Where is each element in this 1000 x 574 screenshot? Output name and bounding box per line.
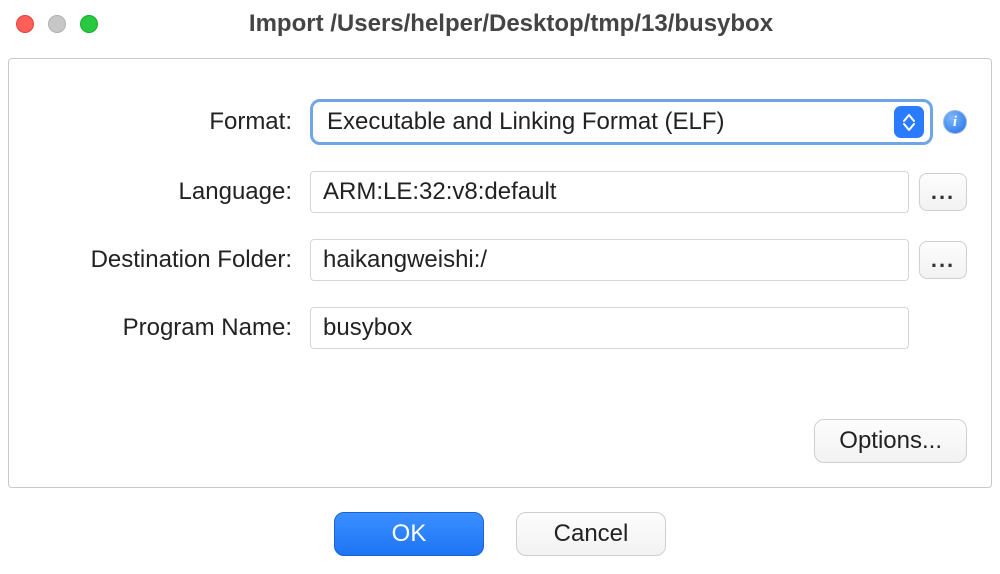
- ok-button[interactable]: OK: [334, 512, 484, 556]
- titlebar: Import /Users/helper/Desktop/tmp/13/busy…: [0, 0, 1000, 48]
- dialog-content: Format: Executable and Linking Format (E…: [8, 58, 992, 488]
- format-row: Format: Executable and Linking Format (E…: [33, 99, 967, 145]
- destination-label: Destination Folder:: [33, 246, 298, 274]
- destination-value: haikangweishi:/: [323, 246, 487, 274]
- traffic-lights: [16, 15, 98, 33]
- ellipsis-icon: ...: [931, 179, 955, 205]
- options-row: Options...: [814, 419, 967, 463]
- destination-input[interactable]: haikangweishi:/: [310, 239, 909, 281]
- format-value: Executable and Linking Format (ELF): [327, 108, 894, 136]
- chevron-updown-icon: [894, 106, 924, 138]
- dialog-footer: OK Cancel: [0, 512, 1000, 556]
- close-button[interactable]: [16, 15, 34, 33]
- language-browse-button[interactable]: ...: [919, 173, 967, 211]
- program-name-value: busybox: [323, 314, 412, 342]
- cancel-button[interactable]: Cancel: [516, 512, 666, 556]
- minimize-button[interactable]: [48, 15, 66, 33]
- destination-row: Destination Folder: haikangweishi:/ ...: [33, 239, 967, 281]
- program-name-label: Program Name:: [33, 314, 298, 342]
- program-name-row: Program Name: busybox: [33, 307, 967, 349]
- info-icon[interactable]: i: [943, 110, 967, 134]
- language-input[interactable]: ARM:LE:32:v8:default: [310, 171, 909, 213]
- options-button[interactable]: Options...: [814, 419, 967, 463]
- window-title: Import /Users/helper/Desktop/tmp/13/busy…: [98, 10, 924, 38]
- language-value: ARM:LE:32:v8:default: [323, 178, 556, 206]
- format-select[interactable]: Executable and Linking Format (ELF): [310, 99, 933, 145]
- destination-browse-button[interactable]: ...: [919, 241, 967, 279]
- program-name-input[interactable]: busybox: [310, 307, 909, 349]
- maximize-button[interactable]: [80, 15, 98, 33]
- format-label: Format:: [33, 108, 298, 136]
- ellipsis-icon: ...: [931, 247, 955, 273]
- language-label: Language:: [33, 178, 298, 206]
- language-row: Language: ARM:LE:32:v8:default ...: [33, 171, 967, 213]
